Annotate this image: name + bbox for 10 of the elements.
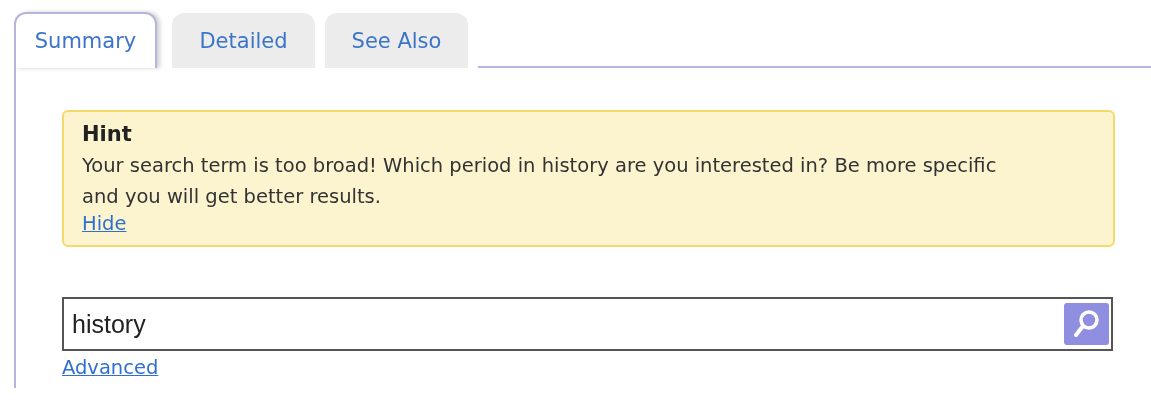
hint-title: Hint xyxy=(82,122,133,146)
tab[interactable]: Detailed xyxy=(172,13,315,68)
tab[interactable]: Summary xyxy=(14,12,157,68)
hint-message: Your search term is too broad! Which period in history are you interested in? Be more specific and you will get better results. xyxy=(82,153,998,210)
search-icon xyxy=(1072,309,1101,339)
tab[interactable]: See Also xyxy=(325,13,468,68)
hide-link[interactable]: Hide xyxy=(82,212,127,235)
search-button[interactable] xyxy=(1064,303,1109,345)
advanced-link[interactable]: Advanced xyxy=(62,356,159,379)
search-field[interactable]: history xyxy=(62,297,1113,351)
